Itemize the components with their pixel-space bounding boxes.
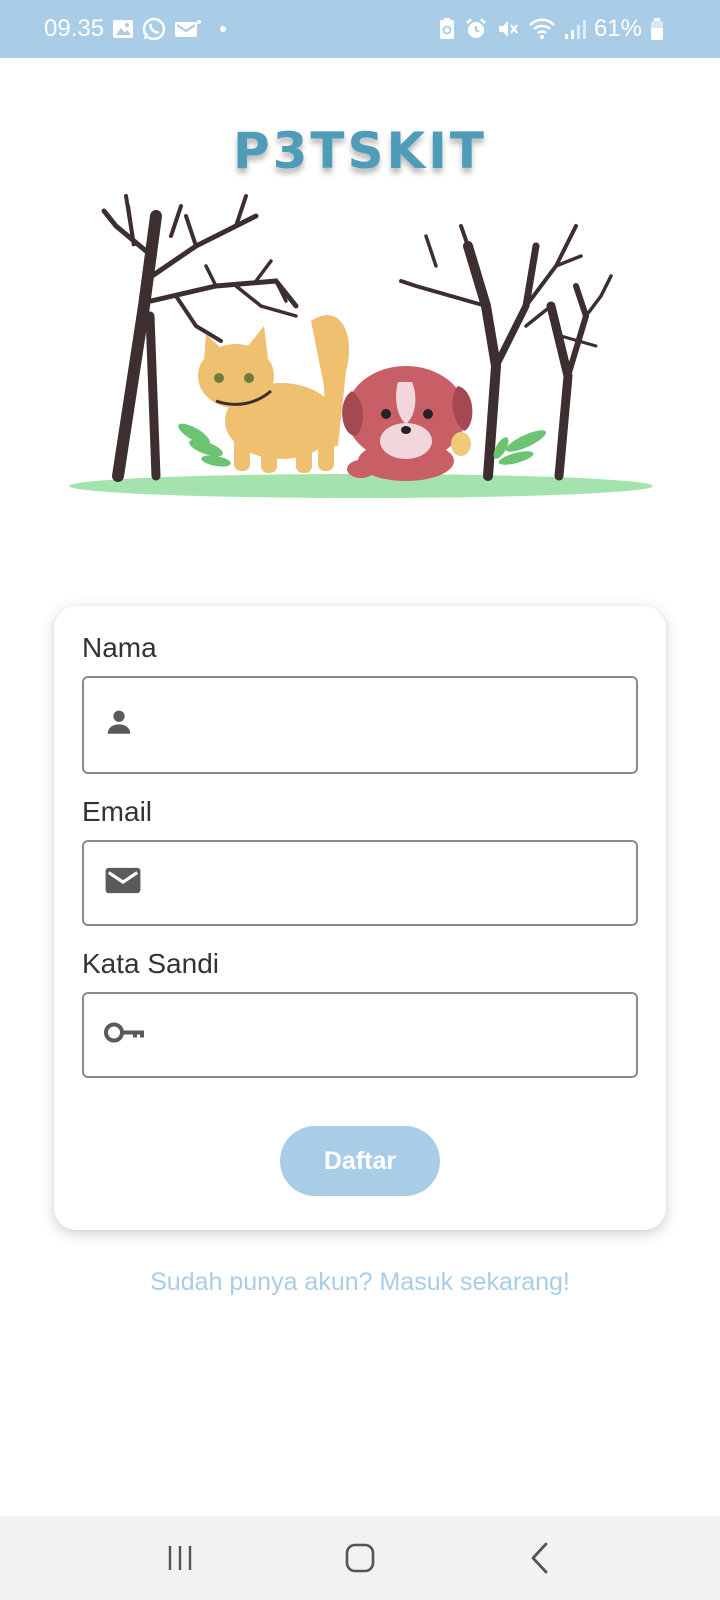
email-field[interactable] [82, 840, 638, 926]
email-label: Email [82, 796, 153, 827]
whatsapp-icon [142, 17, 166, 41]
status-bar: 09.35 61% [0, 0, 720, 58]
mail-icon [104, 865, 142, 902]
name-input[interactable] [162, 678, 622, 772]
back-icon[interactable] [510, 1528, 570, 1588]
notification-dot [220, 26, 227, 32]
name-field[interactable] [82, 676, 638, 774]
battery-icon [650, 17, 664, 41]
alarm-icon [464, 17, 488, 41]
mute-icon [496, 17, 520, 41]
navigation-bar [0, 1516, 720, 1600]
login-link[interactable]: Sudah punya akun? Masuk sekarang! [0, 1268, 720, 1297]
recent-apps-icon[interactable] [150, 1528, 210, 1588]
app-logo: P3TSKIT [232, 122, 487, 180]
status-time: 09.35 [44, 15, 105, 42]
status-bar-left: 09.35 [44, 15, 227, 43]
email-input[interactable] [162, 842, 622, 924]
key-icon [104, 1021, 144, 1050]
wifi-icon [528, 17, 556, 41]
password-input[interactable] [162, 994, 622, 1076]
name-label: Nama [82, 632, 157, 663]
password-label: Kata Sandi [82, 948, 219, 979]
signal-icon [564, 18, 586, 40]
register-button[interactable]: Daftar [280, 1126, 440, 1196]
register-card: Nama Email Kata Sandi Daftar [54, 606, 666, 1230]
status-bar-right: 61% [438, 15, 664, 43]
battery-percentage: 61% [593, 15, 642, 42]
password-field[interactable] [82, 992, 638, 1078]
home-icon[interactable] [330, 1528, 390, 1588]
battery-saver-icon [438, 17, 456, 41]
hero-illustration [56, 186, 666, 516]
gallery-icon [112, 19, 134, 39]
message-icon [174, 19, 202, 39]
person-icon [104, 708, 134, 743]
